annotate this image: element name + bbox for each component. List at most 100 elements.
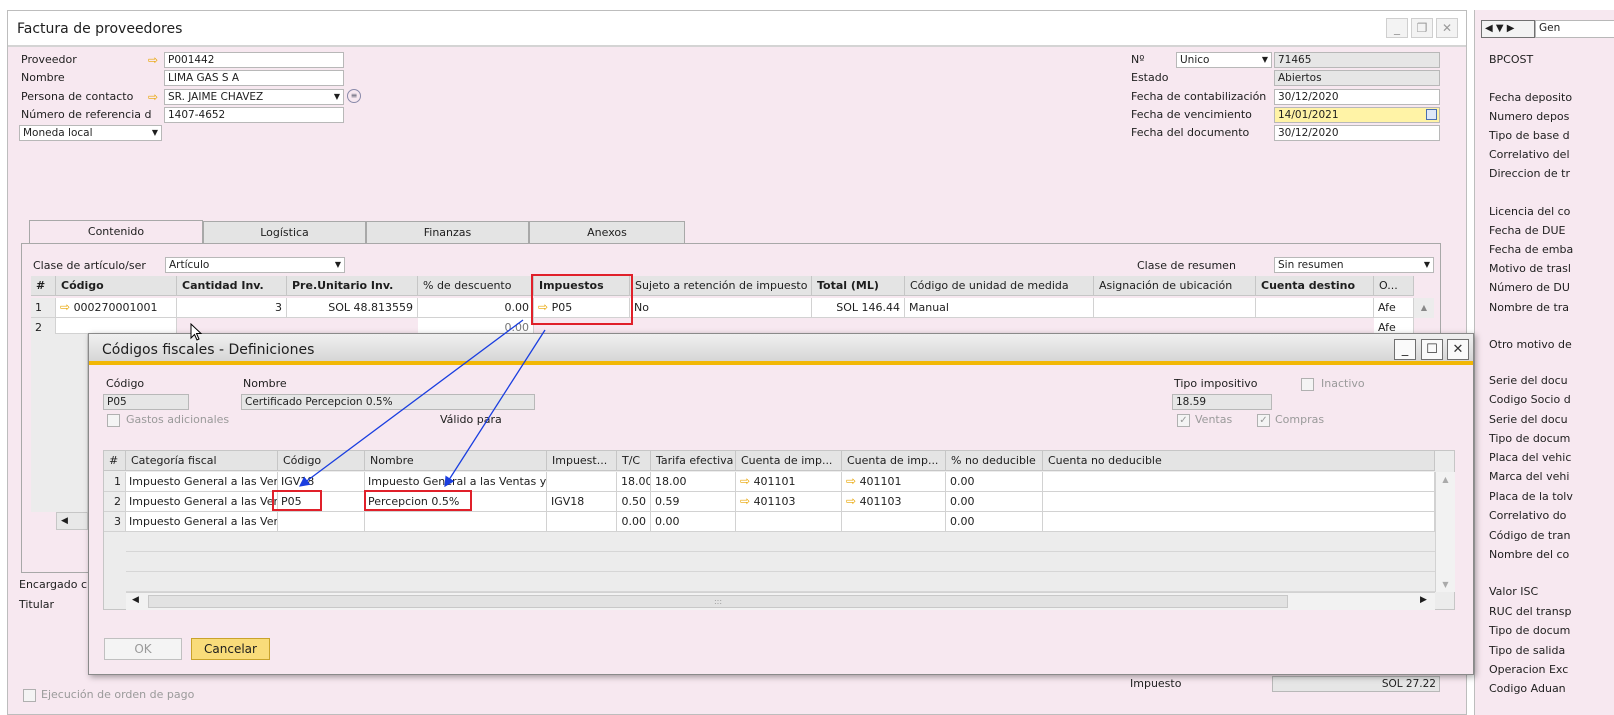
link-arrow-icon[interactable]: ⇨ — [538, 300, 548, 314]
dlg-codigo-field[interactable]: P05 — [103, 394, 189, 410]
dcol-no-deducible[interactable]: % no deducible — [946, 451, 1043, 471]
row-impuesto[interactable]: ⇨ P05 — [534, 298, 630, 318]
dcol-num[interactable]: # — [104, 451, 126, 471]
link-arrow-icon[interactable]: ⇨ — [846, 494, 856, 508]
tab-finanzas[interactable]: Finanzas — [366, 221, 529, 243]
drow-tc[interactable]: 18.00 — [617, 472, 651, 492]
contacto-select[interactable]: SR. JAIME CHAVEZ ▼ — [164, 89, 344, 105]
drow-impuesto[interactable] — [547, 472, 617, 492]
drow-cuenta-1[interactable] — [736, 512, 842, 532]
dialog-minimize-button[interactable]: _ — [1394, 339, 1416, 360]
ventas-checkbox[interactable]: ✓ — [1177, 414, 1190, 427]
clase-articulo-select[interactable]: Artículo ▼ — [165, 257, 345, 273]
drow-cuenta-no-deducible[interactable] — [1043, 492, 1435, 512]
col-cantidad[interactable]: Cantidad Inv. — [177, 276, 287, 296]
vencimiento-field[interactable]: 14/01/2021 — [1274, 107, 1440, 123]
row-precio[interactable]: SOL 48.813559 — [287, 298, 418, 318]
drow-no-deducible[interactable]: 0.00 — [946, 492, 1043, 512]
serie-select[interactable]: Unico ▼ — [1176, 52, 1272, 68]
col-precio[interactable]: Pre.Unitario Inv. — [287, 276, 418, 296]
drow-codigo[interactable] — [278, 512, 365, 532]
drow-tc[interactable]: 0.00 — [617, 512, 651, 532]
clase-resumen-select[interactable]: Sin resumen ▼ — [1274, 257, 1434, 273]
dialog-close-button[interactable]: ✕ — [1447, 339, 1469, 360]
drow-codigo[interactable]: P05 — [278, 492, 365, 512]
drow-tarifa[interactable]: 0.59 — [651, 492, 736, 512]
inactivo-checkbox[interactable] — [1301, 378, 1314, 391]
dcol-tarifa[interactable]: Tarifa efectiva — [651, 451, 736, 471]
ok-button[interactable]: OK — [104, 638, 182, 660]
drow-cuenta-no-deducible[interactable] — [1043, 512, 1435, 532]
col-codigo[interactable]: Código — [56, 276, 177, 296]
cancel-button[interactable]: Cancelar — [191, 638, 270, 660]
col-total[interactable]: Total (ML) — [812, 276, 905, 296]
dcol-tc[interactable]: T/C — [617, 451, 651, 471]
impuesto-total-field[interactable]: SOL 27.22 — [1272, 676, 1440, 692]
col-unidad-medida[interactable]: Código de unidad de medida — [905, 276, 1094, 296]
row-total[interactable]: SOL 146.44 — [812, 298, 905, 318]
col-cuenta-destino[interactable]: Cuenta destino — [1256, 276, 1374, 296]
restore-button[interactable]: ❐ — [1411, 18, 1433, 38]
drow-nombre[interactable] — [365, 512, 547, 532]
dcol-categoria[interactable]: Categoría fiscal — [126, 451, 278, 471]
link-arrow-icon[interactable]: ⇨ — [740, 494, 750, 508]
drow-no-deducible[interactable]: 0.00 — [946, 512, 1043, 532]
close-button[interactable]: ✕ — [1436, 18, 1458, 38]
row-ubicacion[interactable] — [1094, 298, 1256, 318]
drow-cuenta-1[interactable]: ⇨ 401103 — [736, 492, 842, 512]
nombre-field[interactable]: LIMA GAS S A — [164, 70, 344, 86]
list-icon[interactable]: ≡ — [347, 89, 361, 103]
scroll-right-icon[interactable]: ▶ — [1420, 595, 1427, 605]
link-arrow-icon[interactable]: ⇨ — [60, 300, 70, 314]
col-sujeto-retencion[interactable]: Sujeto a retención de impuesto — [630, 276, 812, 296]
tab-contenido[interactable]: Contenido — [29, 220, 203, 244]
drow-tarifa[interactable]: 0.00 — [651, 512, 736, 532]
tipo-impositivo-field[interactable]: 18.59 — [1172, 394, 1272, 410]
scroll-thumb[interactable]: ::: — [148, 595, 1288, 608]
contabilizacion-field[interactable]: 30/12/2020 — [1274, 89, 1440, 105]
row-otros[interactable]: Afe — [1374, 318, 1414, 334]
scroll-left-icon[interactable]: ◀ — [132, 595, 139, 605]
vertical-scrollbar[interactable]: ▲ ▼ — [1435, 472, 1455, 592]
drow-nombre[interactable]: Impuesto General a las Ventas y ( — [365, 472, 547, 492]
col-impuestos[interactable]: Impuestos — [534, 276, 630, 296]
link-arrow-icon[interactable]: ⇨ — [846, 474, 856, 488]
drow-no-deducible[interactable]: 0.00 — [946, 472, 1043, 492]
row-sujeto[interactable]: No — [630, 298, 812, 318]
scroll-left-icon[interactable]: ◀ — [56, 512, 88, 530]
col-ubicacion[interactable]: Asignación de ubicación — [1094, 276, 1256, 296]
link-arrow-icon[interactable]: ⇨ — [148, 54, 158, 66]
col-otros[interactable]: O... — [1374, 276, 1414, 296]
dcol-cuenta-imp-2[interactable]: Cuenta de imp... — [842, 451, 946, 471]
dialog-maximize-button[interactable]: ☐ — [1421, 339, 1443, 360]
row-descuento[interactable]: 0.00 — [418, 318, 534, 334]
drow-codigo[interactable]: IGV18 — [278, 472, 365, 492]
panel-nav-buttons[interactable]: ◀ ▼ ▶ — [1481, 20, 1535, 38]
row-cantidad[interactable]: 3 — [177, 298, 287, 318]
row-unidad[interactable]: Manual — [905, 298, 1094, 318]
estado-field[interactable]: Abiertos — [1274, 70, 1440, 86]
minimize-button[interactable]: _ — [1386, 18, 1408, 38]
compras-checkbox[interactable]: ✓ — [1257, 414, 1270, 427]
dcol-impuesto[interactable]: Impuest... — [547, 451, 617, 471]
drow-categoria[interactable]: Impuesto General a las Ven — [126, 492, 278, 512]
drow-cuenta-2[interactable]: ⇨ 401103 — [842, 492, 946, 512]
drow-cuenta-2[interactable] — [842, 512, 946, 532]
dcol-nombre[interactable]: Nombre — [365, 451, 547, 471]
scroll-up-icon[interactable]: ▲ — [1414, 298, 1434, 318]
row-otros[interactable]: Afe — [1374, 298, 1414, 318]
scroll-up-icon[interactable]: ▲ — [1436, 475, 1455, 484]
link-arrow-icon[interactable]: ⇨ — [148, 91, 158, 103]
drow-categoria[interactable]: Impuesto General a las Ven — [126, 472, 278, 492]
drow-tarifa[interactable]: 18.00 — [651, 472, 736, 492]
panel-selector[interactable]: Gen — [1535, 20, 1614, 38]
drow-categoria[interactable]: Impuesto General a las Ven — [126, 512, 278, 532]
link-arrow-icon[interactable]: ⇨ — [740, 474, 750, 488]
row-codigo[interactable] — [56, 318, 177, 334]
drow-impuesto[interactable]: IGV18 — [547, 492, 617, 512]
drow-impuesto[interactable] — [547, 512, 617, 532]
dlg-nombre-field[interactable]: Certificado Percepcion 0.5% — [241, 394, 535, 410]
row-cuenta-destino[interactable] — [1256, 298, 1374, 318]
referencia-field[interactable]: 1407-4652 — [164, 107, 344, 123]
row-codigo[interactable]: ⇨ 000270001001 — [56, 298, 177, 318]
